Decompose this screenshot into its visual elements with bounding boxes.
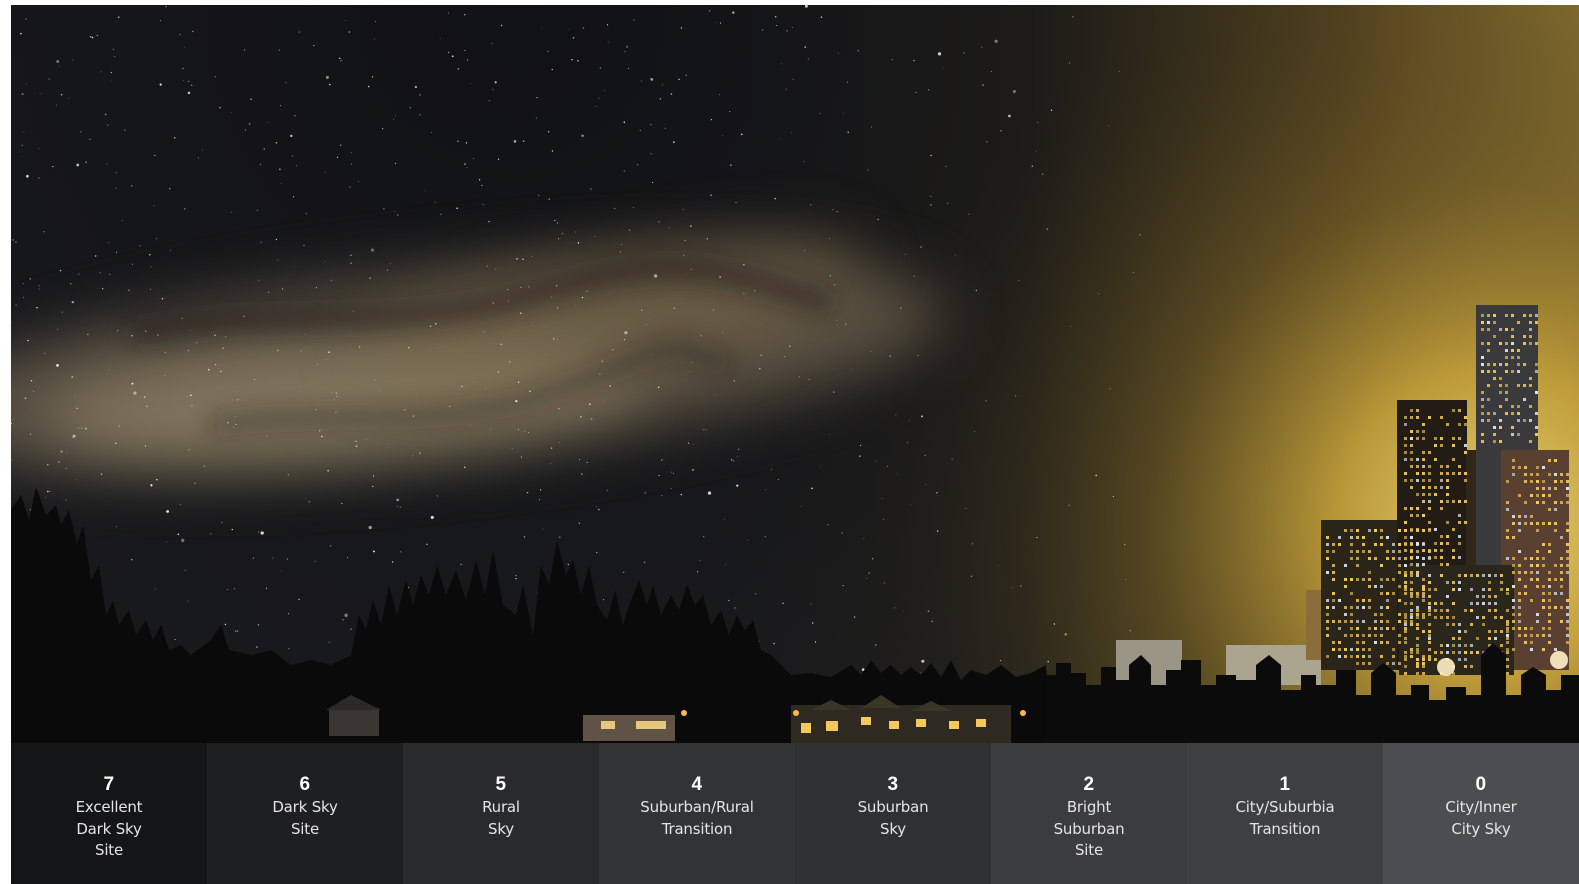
scale-number: 6 — [299, 774, 311, 795]
scale-cell-4: 4 Suburban/Rural Transition — [599, 743, 795, 884]
scale-cell-7: 7 Excellent Dark Sky Site — [11, 743, 207, 884]
scale-label: Excellent Dark Sky Site — [75, 798, 143, 859]
scale-label: Dark Sky Site — [272, 798, 338, 838]
scale-number: 2 — [1083, 774, 1095, 795]
scale-cell-0: 0 City/Inner City Sky — [1383, 743, 1579, 884]
scale-label: Suburban Sky — [857, 798, 929, 838]
scale-number: 3 — [887, 774, 899, 795]
scale-cell-5: 5 Rural Sky — [403, 743, 599, 884]
scale-number: 7 — [103, 774, 115, 795]
scale-label: Bright Suburban Site — [1053, 798, 1125, 859]
sky-scale-bar: 7 Excellent Dark Sky Site 6 Dark Sky Sit… — [11, 743, 1579, 884]
scale-cell-2: 2 Bright Suburban Site — [991, 743, 1187, 884]
sky-illustration — [11, 5, 1579, 743]
light-pollution-figure: 7 Excellent Dark Sky Site 6 Dark Sky Sit… — [11, 5, 1579, 884]
scale-label: City/Suburbia Transition — [1235, 798, 1335, 838]
scale-number: 5 — [495, 774, 507, 795]
scale-number: 4 — [691, 774, 703, 795]
scale-label: Suburban/Rural Transition — [640, 798, 754, 838]
scale-label: Rural Sky — [482, 798, 520, 838]
scale-cell-3: 3 Suburban Sky — [795, 743, 991, 884]
scale-number: 0 — [1475, 774, 1487, 795]
scale-number: 1 — [1279, 774, 1291, 795]
scale-cell-1: 1 City/Suburbia Transition — [1187, 743, 1383, 884]
scale-cell-6: 6 Dark Sky Site — [207, 743, 403, 884]
scale-label: City/Inner City Sky — [1445, 798, 1517, 838]
night-sky-scene — [11, 5, 1579, 743]
